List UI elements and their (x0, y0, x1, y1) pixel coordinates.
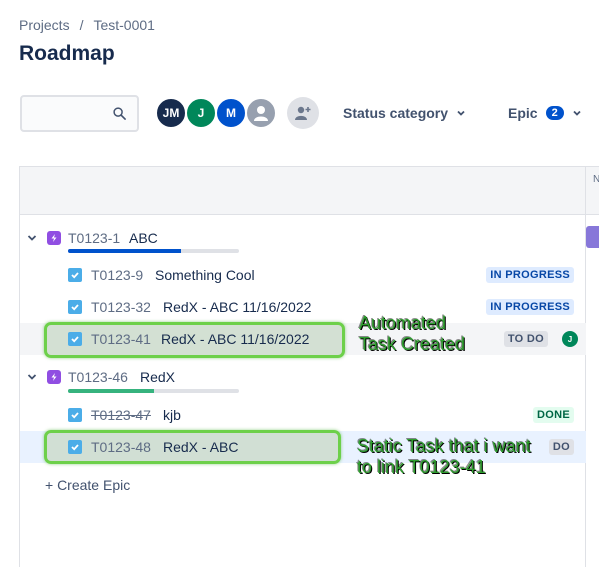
avatar-j[interactable]: J (185, 97, 217, 129)
status-category-label: Status category (343, 105, 449, 121)
breadcrumb: Projects / Test-0001 (19, 17, 155, 33)
annotation-note-automated: Automated Task Created (359, 313, 465, 355)
chevron-down-icon[interactable] (26, 371, 38, 383)
avatar-m[interactable]: M (215, 97, 247, 129)
issue-row[interactable]: T0123-9 Something Cool IN PROGRESS (20, 259, 586, 291)
breadcrumb-projects-link[interactable]: Projects (19, 17, 70, 33)
issue-key[interactable]: T0123-32 (91, 299, 151, 315)
epic-icon (47, 370, 61, 384)
chevron-down-icon (573, 110, 581, 116)
add-person-icon (295, 106, 311, 120)
issue-key[interactable]: T0123-9 (91, 267, 143, 283)
timeline-month-label: N (593, 174, 599, 185)
task-checkbox-icon (68, 268, 82, 282)
breadcrumb-board-link[interactable]: Test-0001 (93, 17, 154, 33)
status-badge[interactable]: DONE (533, 407, 574, 423)
roadmap-grid: N T0123-1 ABC T0123-9 Something Cool IN … (19, 166, 599, 567)
roadmap-header (20, 167, 599, 215)
avatar-unassigned[interactable] (245, 97, 277, 129)
chevron-down-icon (457, 110, 465, 116)
epic-count-badge: 2 (545, 106, 564, 120)
search-icon (113, 107, 126, 120)
issue-summary: RedX - ABC (163, 439, 239, 455)
task-checkbox-icon (68, 300, 82, 314)
create-epic-button[interactable]: + Create Epic (45, 477, 130, 493)
status-badge[interactable]: DO (548, 439, 574, 455)
annotation-note-static: Static Task that i want to link T0123-41 (357, 436, 531, 478)
annotation-note-line: Static Task that i want (357, 436, 531, 456)
page-title: Roadmap (19, 42, 115, 65)
issue-summary: Something Cool (155, 267, 255, 283)
annotation-note-line: Automated (359, 313, 447, 333)
issue-key[interactable]: T0123-47 (91, 407, 151, 423)
assignee-avatar[interactable]: J (562, 331, 578, 347)
task-checkbox-icon (68, 440, 82, 454)
epic-key[interactable]: T0123-46 (68, 369, 128, 385)
epic-progress-fill (68, 389, 154, 393)
add-people-button[interactable] (287, 97, 319, 129)
issue-row[interactable]: T0123-32 RedX - ABC 11/16/2022 IN PROGRE… (20, 291, 586, 323)
search-input[interactable] (20, 95, 139, 132)
issue-summary: RedX - ABC 11/16/2022 (163, 299, 312, 315)
breadcrumb-separator: / (79, 17, 84, 33)
status-badge[interactable]: IN PROGRESS (486, 267, 574, 283)
status-badge[interactable]: TO DO (503, 331, 548, 347)
epic-key[interactable]: T0123-1 (68, 230, 120, 246)
epic-summary: ABC (129, 230, 158, 246)
chevron-down-icon[interactable] (26, 232, 38, 244)
timeline-bar[interactable] (586, 226, 599, 248)
task-checkbox-icon (68, 408, 82, 422)
issue-key[interactable]: T0123-48 (91, 439, 151, 455)
epic-icon (47, 231, 61, 245)
epic-progress-bar (68, 249, 239, 253)
epic-progress-fill (68, 249, 181, 253)
epic-progress-bar (68, 389, 239, 393)
epic-filter[interactable]: Epic 2 (508, 105, 582, 121)
status-badge[interactable]: IN PROGRESS (486, 299, 574, 315)
person-icon (254, 106, 268, 121)
task-checkbox-icon (68, 332, 82, 346)
epic-summary: RedX (140, 369, 176, 385)
status-category-filter[interactable]: Status category (343, 105, 466, 121)
issue-summary: RedX - ABC 11/16/2022 (161, 331, 310, 347)
issue-row[interactable]: T0123-47 kjb DONE (20, 399, 586, 431)
avatar-jm[interactable]: JM (155, 97, 187, 129)
epic-filter-label: Epic (508, 105, 538, 121)
annotation-note-line: Task Created (359, 334, 466, 354)
issue-key[interactable]: T0123-41 (91, 331, 151, 347)
annotation-note-line: to link T0123-41 (357, 457, 486, 477)
issue-summary: kjb (163, 407, 181, 423)
